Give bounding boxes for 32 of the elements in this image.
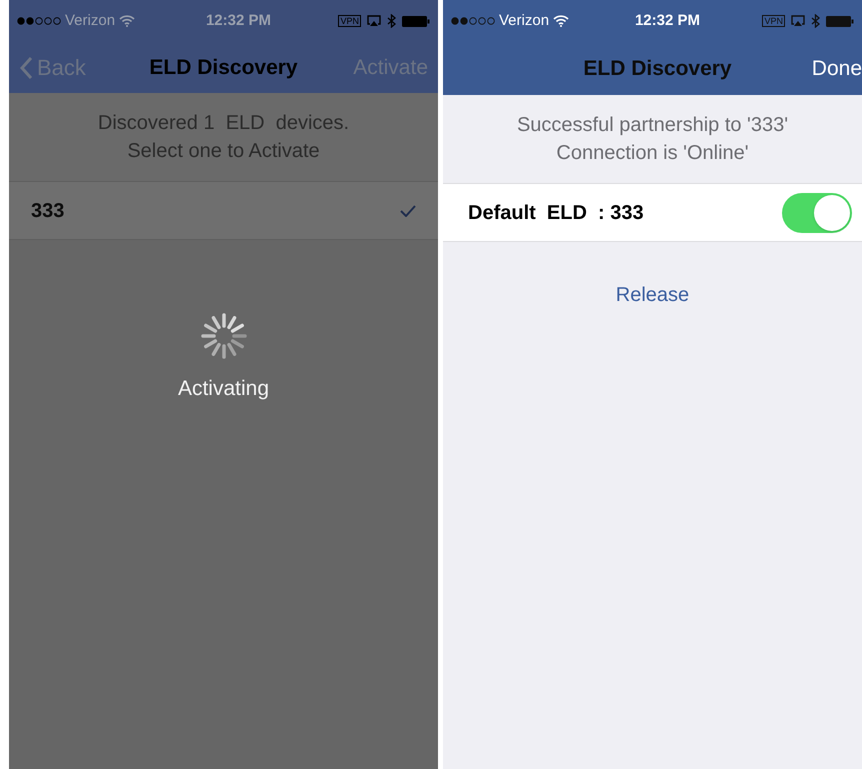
airplay-icon: [791, 15, 805, 27]
airplay-icon: [367, 15, 381, 27]
toggle-switch[interactable]: [782, 192, 852, 232]
wifi-icon: [119, 15, 136, 27]
vpn-badge: VPN: [762, 15, 785, 27]
battery-icon: [826, 16, 854, 26]
signal-dots-icon: [17, 17, 61, 25]
chevron-left-icon: [19, 56, 33, 80]
wifi-icon: [553, 15, 570, 27]
done-button[interactable]: Done: [772, 52, 862, 84]
message-text: Discovered 1 ELD devices.: [98, 111, 350, 136]
activating-label: Activating: [178, 376, 270, 402]
signal-dots-icon: [451, 17, 495, 25]
vpn-badge: VPN: [338, 15, 361, 27]
battery-icon: [402, 16, 430, 26]
message-text: Successful partnership to '333': [516, 113, 788, 138]
device-name: 333: [31, 198, 64, 224]
default-eld-label: Default ELD : 333: [468, 200, 644, 226]
device-row[interactable]: 333: [9, 182, 438, 240]
status-time: 12:32 PM: [204, 10, 272, 31]
bluetooth-icon: [387, 14, 396, 28]
release-link[interactable]: Release: [616, 280, 690, 310]
carrier-name: Verizon: [499, 10, 550, 31]
status-time: 12:32 PM: [634, 10, 702, 31]
nav-title: ELD Discovery: [148, 54, 299, 81]
carrier-name: Verizon: [65, 10, 116, 31]
bluetooth-icon: [811, 14, 820, 28]
nav-title: ELD Discovery: [582, 56, 733, 82]
message-text: Connection is 'Online': [556, 141, 749, 166]
checkmark-icon: [400, 204, 416, 216]
loading-spinner-icon: [200, 313, 246, 359]
message-text: Select one to Activate: [127, 139, 320, 164]
